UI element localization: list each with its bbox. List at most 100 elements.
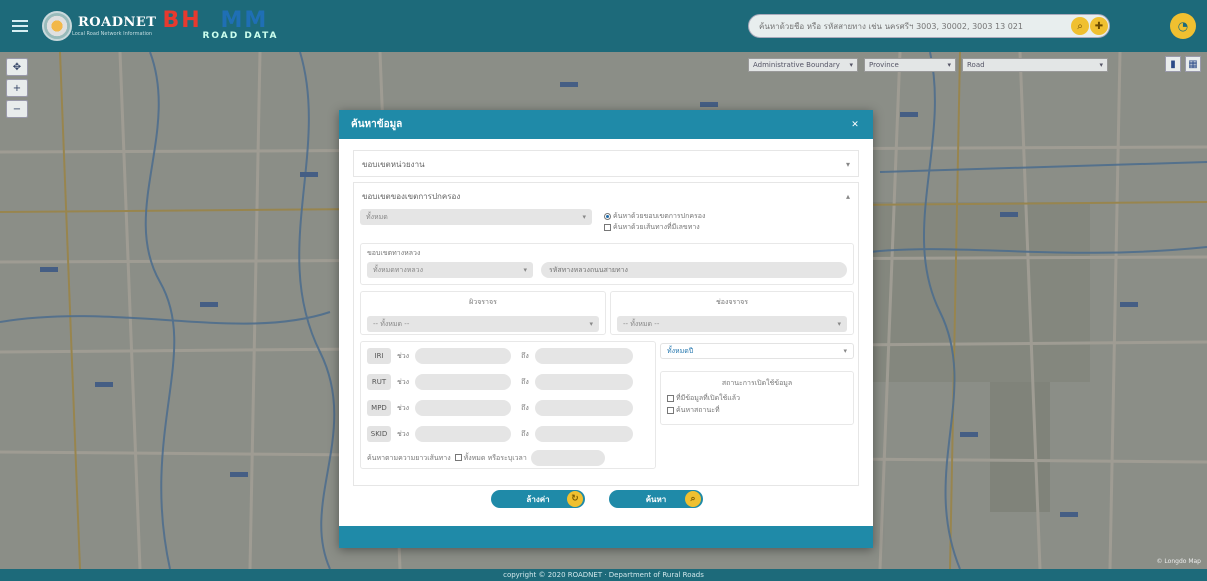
reset-button-label: ล้างค่า xyxy=(526,494,550,504)
checkbox-icon xyxy=(454,454,462,461)
range-from-input[interactable] xyxy=(415,426,512,442)
range-from-input[interactable] xyxy=(415,348,512,364)
search-button[interactable]: ค้นหา ⌕ xyxy=(609,490,703,508)
radio-route[interactable]: ค้นหาด้วยเส้นทางที่มีเลขทาง xyxy=(604,222,705,233)
range-row-mpd: MPD ช่วง ถึง xyxy=(367,399,633,417)
brand-title: ROADNET xyxy=(78,14,157,30)
user-menu-icon[interactable]: ◔ xyxy=(1170,13,1196,39)
range-name: MPD xyxy=(367,400,391,416)
road-filter-card: ขอบเขตทางหลวง ทั้งหมดทางหลวง ▾ xyxy=(360,243,854,285)
usage-option-2[interactable]: ค้นหาสถานะที่ xyxy=(667,405,853,416)
checkbox-icon xyxy=(667,406,674,414)
radio-route-label: ค้นหาด้วยเส้นทางที่มีเลขทาง xyxy=(613,223,700,231)
range-from-label: ช่วง xyxy=(397,377,410,386)
locate-icon[interactable]: ✚ xyxy=(1090,17,1108,35)
pan-icon[interactable]: ✥ xyxy=(6,58,28,76)
road-group-label: ขอบเขตทางหลวง xyxy=(367,249,421,257)
admin-select[interactable]: ทั้งหมด ▾ xyxy=(360,209,592,225)
length-row: ค้นหาตามความยาวเส้นทาง ทั้งหมด หรือระบุเ… xyxy=(367,450,605,466)
grid-icon[interactable]: ▦ xyxy=(1185,56,1201,72)
search-button-label: ค้นหา xyxy=(645,494,667,504)
section-admin-label: ขอบเขตของเขตการปกครอง xyxy=(362,191,461,201)
chevron-down-icon: ▾ xyxy=(947,61,951,69)
lanes-card: ช่องจราจร -- ทั้งหมด -- ▾ xyxy=(610,291,854,335)
surface-label: ผิวจราจร xyxy=(469,298,497,306)
range-to-label: ถึง xyxy=(521,403,529,412)
layer-select-3[interactable]: Road ▾ xyxy=(962,58,1108,72)
layer-select-3-value: Road xyxy=(967,61,985,69)
search-modal: ค้นหาข้อมูล ✕ ขอบเขตหน่วยงาน ▾ ขอบเขตของ… xyxy=(339,110,873,548)
range-row-iri: IRI ช่วง ถึง xyxy=(367,347,633,365)
usage-option-1[interactable]: ที่มีข้อมูลที่เปิดใช้แล้ว xyxy=(667,393,853,404)
chevron-down-icon: ▾ xyxy=(523,266,527,274)
range-row-skid: SKID ช่วง ถึง xyxy=(367,425,633,443)
top-header: ROADNET Local Road Network Information B… xyxy=(0,0,1207,52)
year-select-value: ทั้งหมดปี xyxy=(667,346,694,355)
range-to-input[interactable] xyxy=(534,426,633,442)
chevron-down-icon: ▾ xyxy=(849,61,853,69)
modal-title: ค้นหาข้อมูล xyxy=(351,119,403,130)
range-row-rut: RUT ช่วง ถึง xyxy=(367,373,633,391)
road-code-input[interactable] xyxy=(541,262,847,278)
modal-header: ค้นหาข้อมูล ✕ xyxy=(339,110,873,139)
chevron-down-icon: ▾ xyxy=(843,347,847,355)
map-toolbar: ✥ + − xyxy=(6,58,28,118)
menu-icon[interactable] xyxy=(12,20,28,32)
section-agency-header[interactable]: ขอบเขตหน่วยงาน ▾ xyxy=(354,151,858,177)
range-to-input[interactable] xyxy=(534,374,633,390)
lanes-select-value: -- ทั้งหมด -- xyxy=(623,319,660,328)
chevron-down-icon: ▾ xyxy=(845,159,850,169)
usage-option-2-label: ค้นหาสถานะที่ xyxy=(676,406,720,414)
range-to-label: ถึง xyxy=(521,351,529,360)
section-admin-header[interactable]: ขอบเขตของเขตการปกครอง ▴ xyxy=(354,183,858,209)
surface-card: ผิวจราจร -- ทั้งหมด -- ▾ xyxy=(360,291,606,335)
range-to-input[interactable] xyxy=(534,400,633,416)
surface-select[interactable]: -- ทั้งหมด -- ▾ xyxy=(367,316,599,332)
brand-block: ROADNET Local Road Network Information xyxy=(72,16,156,37)
layer-select-1-value: Administrative Boundary xyxy=(753,61,840,69)
radio-group: ค้นหาด้วยขอบเขตการปกครอง ค้นหาด้วยเส้นทา… xyxy=(604,211,705,233)
layer-select-2[interactable]: Province ▾ xyxy=(864,58,956,72)
road-type-select[interactable]: ทั้งหมดทางหลวง ▾ xyxy=(367,262,533,278)
road-type-value: ทั้งหมดทางหลวง xyxy=(373,265,424,274)
chevron-down-icon: ▾ xyxy=(589,320,593,328)
usage-card: สถานะการเปิดใช้ข้อมูล ที่มีข้อมูลที่เปิด… xyxy=(660,371,854,425)
range-from-input[interactable] xyxy=(415,374,512,390)
reset-button[interactable]: ล้างค่า ↻ xyxy=(491,490,585,508)
radio-admin-label: ค้นหาด้วยขอบเขตการปกครอง xyxy=(613,212,706,220)
zoom-out-icon[interactable]: − xyxy=(6,100,28,118)
map-attribution: © Longdo Map xyxy=(1156,558,1201,565)
refresh-icon: ↻ xyxy=(567,491,583,507)
range-to-label: ถึง xyxy=(521,429,529,438)
chevron-down-icon: ▾ xyxy=(1099,61,1103,69)
range-name: SKID xyxy=(367,426,391,442)
length-input[interactable] xyxy=(530,450,605,466)
lanes-label: ช่องจราจร xyxy=(715,298,749,306)
close-icon[interactable]: ✕ xyxy=(849,119,861,131)
lanes-select[interactable]: -- ทั้งหมด -- ▾ xyxy=(617,316,847,332)
radio-admin[interactable]: ค้นหาด้วยขอบเขตการปกครอง xyxy=(604,211,705,222)
search-icon[interactable]: ⌕ xyxy=(1071,17,1089,35)
range-from-input[interactable] xyxy=(415,400,512,416)
brand2-part-b: MM xyxy=(220,8,269,33)
section-admin: ขอบเขตของเขตการปกครอง ▴ ทั้งหมด ▾ ค้นหาด… xyxy=(353,182,859,486)
search-input[interactable] xyxy=(759,21,1077,31)
range-name: RUT xyxy=(367,374,391,390)
range-name: IRI xyxy=(367,348,391,364)
length-all-option[interactable]: ทั้งหมด หรือระบุเวลา xyxy=(454,453,527,464)
year-select[interactable]: ทั้งหมดปี ▾ xyxy=(660,343,854,359)
legend-icon[interactable]: ▮ xyxy=(1165,56,1181,72)
chevron-down-icon: ▾ xyxy=(582,213,586,221)
layer-select-1[interactable]: Administrative Boundary ▾ xyxy=(748,58,858,72)
range-to-label: ถึง xyxy=(521,377,529,386)
footer-text: copyright © 2020 ROADNET · Department of… xyxy=(0,569,1207,581)
layer-select-group: Administrative Boundary ▾ Province ▾ Road ▾ xyxy=(748,58,1108,72)
chevron-up-icon: ▴ xyxy=(845,191,850,201)
zoom-in-icon[interactable]: + xyxy=(6,79,28,97)
section-agency[interactable]: ขอบเขตหน่วยงาน ▾ xyxy=(353,150,859,177)
admin-select-value: ทั้งหมด xyxy=(366,212,388,221)
range-to-input[interactable] xyxy=(534,348,633,364)
global-search: ⌕ ✚ xyxy=(748,14,1110,38)
brand2-part-a: BH xyxy=(162,8,202,33)
radio-on-icon xyxy=(604,212,611,220)
